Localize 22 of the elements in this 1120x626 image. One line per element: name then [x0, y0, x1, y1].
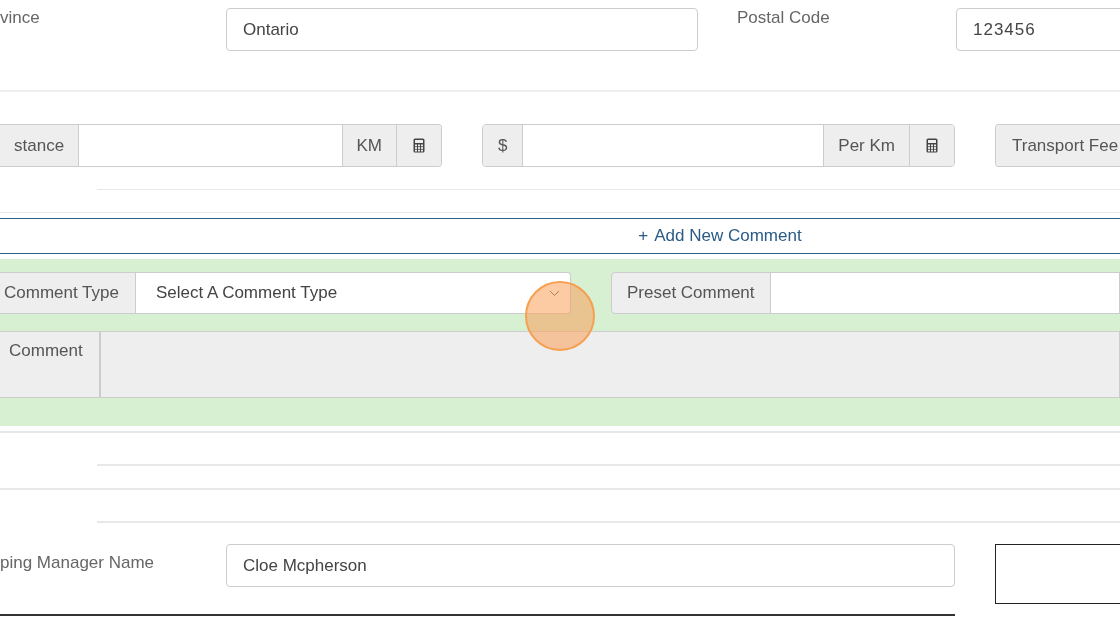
field-label: ping Manager Name: [0, 552, 155, 572]
preset-comment-field[interactable]: [770, 272, 1120, 314]
add-comment-button[interactable]: + Add New Comment: [0, 218, 1120, 254]
text-field[interactable]: Cloe Mcpherson: [226, 544, 955, 587]
field-label: Postal Code: [737, 7, 830, 27]
addon-label: Comment: [0, 331, 100, 398]
calculator-icon: [413, 138, 425, 153]
text-field[interactable]: 123456: [956, 8, 1120, 51]
addon-label: Preset Comment: [610, 272, 771, 314]
comment-type-select[interactable]: Select A Comment Type: [135, 272, 571, 314]
addon-label: KM: [341, 125, 396, 166]
addon-label: Transport Fee: [996, 125, 1120, 166]
chevron-down-icon: [548, 289, 560, 297]
addon-label: $: [483, 125, 524, 166]
calculator-icon: [926, 138, 938, 153]
calculator-button[interactable]: [396, 125, 441, 166]
calculator-button[interactable]: [909, 125, 954, 166]
addon-label: Comment Type: [0, 272, 136, 314]
addon-label: Per Km: [823, 125, 909, 166]
addon-label: stance: [0, 125, 80, 166]
text-field[interactable]: Ontario: [226, 8, 698, 51]
field-label: vince: [0, 7, 40, 27]
